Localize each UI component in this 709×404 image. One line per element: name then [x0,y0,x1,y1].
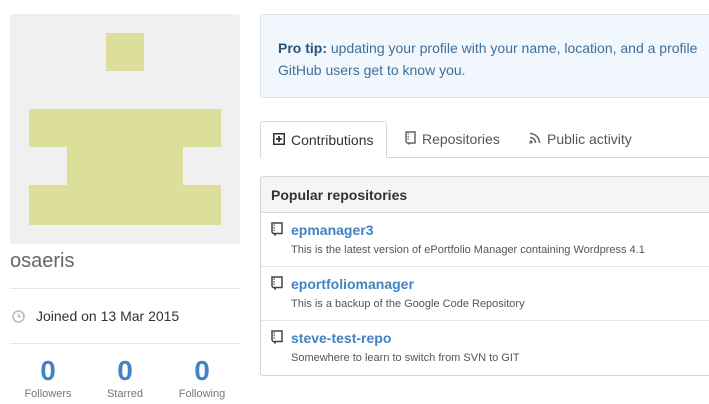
tab-repositories[interactable]: Repositories [405,121,500,157]
repo-link[interactable]: steve-test-repo [291,330,391,346]
tab-public-activity-label: Public activity [547,131,632,147]
repo-description: Somewhere to learn to switch from SVN to… [291,352,520,364]
list-item[interactable]: eportfoliomanager This is a backup of th… [261,267,709,321]
following-stat[interactable]: 0 Following [164,356,240,401]
divider [10,343,240,344]
followers-stat[interactable]: 0 Followers [10,356,86,401]
starred-stat[interactable]: 0 Starred [87,356,163,401]
profile-stats: 0 Followers 0 Starred 0 Following [10,356,240,404]
tab-public-activity[interactable]: Public activity [529,121,632,157]
starred-count: 0 [117,355,133,386]
pro-tip-text: updating your profile with your name, lo… [327,40,698,56]
popular-repositories: Popular repositories epmanager3 This is … [260,176,709,376]
starred-label: Starred [106,388,144,400]
join-date-text: Joined on 13 Mar 2015 [36,308,180,324]
divider [10,288,240,289]
tab-contributions-label: Contributions [291,131,374,148]
popular-repositories-title: Popular repositories [261,177,709,213]
pro-tip-label: Pro tip: [278,40,327,56]
following-count: 0 [194,355,210,386]
join-date: Joined on 13 Mar 2015 [10,304,179,328]
repo-icon [271,276,283,290]
tab-contributions[interactable]: Contributions [260,121,387,158]
followers-count: 0 [40,355,56,386]
list-item[interactable]: epmanager3 This is the latest version of… [261,213,709,267]
following-label: Following [178,388,226,400]
followers-label: Followers [24,388,72,400]
pro-tip-line2: GitHub users get to know you. [278,62,466,78]
repo-icon [271,222,283,236]
pro-tip-banner: Pro tip: updating your profile with your… [260,14,709,98]
username: osaeris [10,250,75,272]
repo-link[interactable]: eportfoliomanager [291,276,414,292]
repo-icon [405,130,416,148]
clock-icon [12,309,25,323]
repo-description: This is the latest version of ePortfolio… [291,244,645,256]
contributions-icon [273,132,285,148]
list-item[interactable]: steve-test-repo Somewhere to learn to sw… [261,321,709,375]
profile-tabs: Contributions Repositories Public activi… [260,121,709,158]
rss-icon [529,131,541,147]
tab-repositories-label: Repositories [422,131,500,147]
repo-link[interactable]: epmanager3 [291,222,373,238]
repo-icon [271,330,283,344]
avatar[interactable] [10,14,240,244]
pro-tip-line1: Pro tip: updating your profile with your… [278,37,709,59]
repo-description: This is a backup of the Google Code Repo… [291,298,525,310]
